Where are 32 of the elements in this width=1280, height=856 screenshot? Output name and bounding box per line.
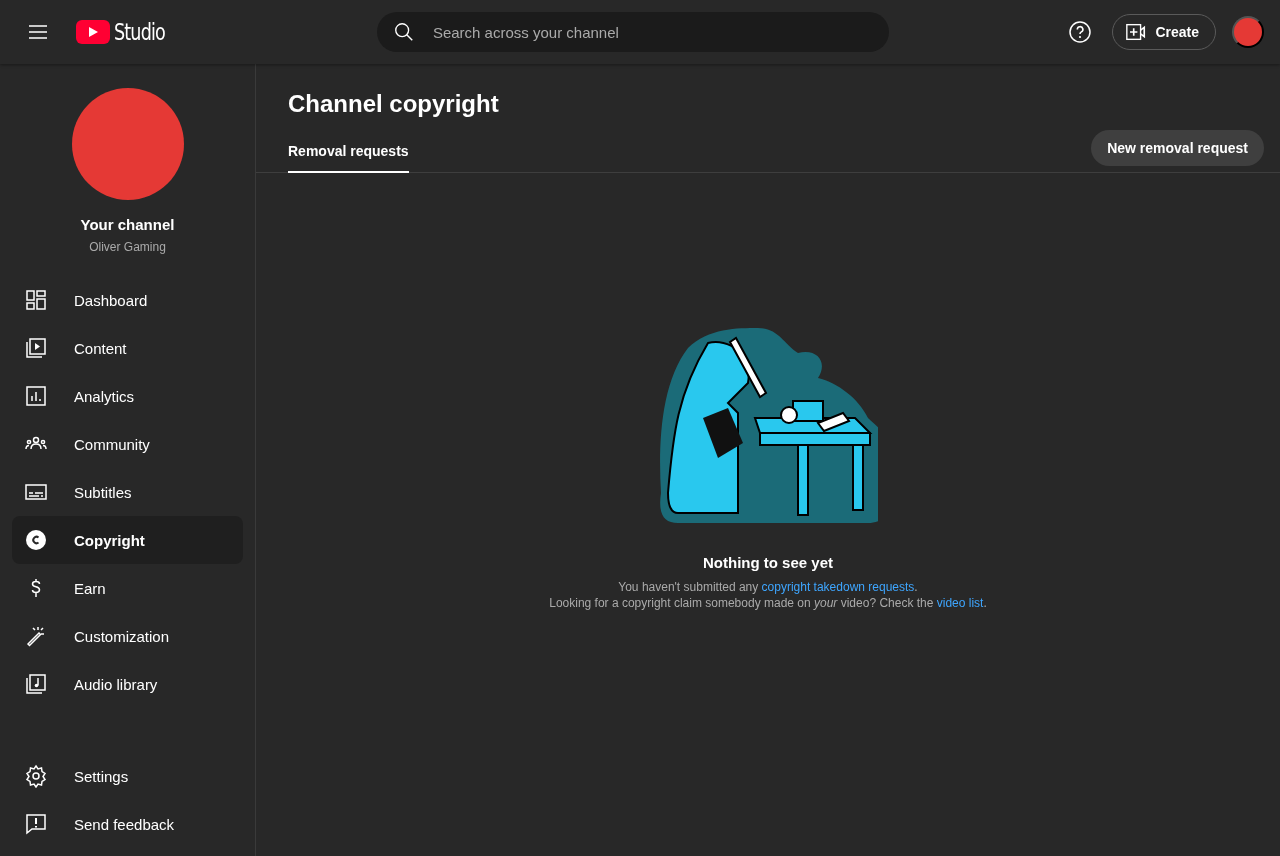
empty-state-text: You haven't submitted any copyright takedown requests. <box>617 579 919 595</box>
tab[interactable]: Removal requests <box>288 131 409 173</box>
play-logo-icon <box>76 20 110 44</box>
help-icon <box>1068 20 1093 44</box>
page-title: Channel copyright <box>288 90 500 118</box>
empty-state-heading: Nothing to see yet <box>703 554 833 571</box>
empty-state-text: Looking for a copyright claim somebody made on your video? Check the video list. <box>549 595 987 611</box>
video-plus-icon <box>1125 21 1148 43</box>
channel-title: Your channel <box>80 216 175 233</box>
nav-item[interactable]: Content <box>12 324 243 372</box>
nav-item[interactable]: Subtitles <box>12 468 243 516</box>
nav-item[interactable]: Settings <box>12 752 243 800</box>
new-request-button[interactable]: New removal request <box>1091 130 1264 166</box>
account-avatar[interactable] <box>1232 16 1264 48</box>
copyright-icon <box>24 528 48 552</box>
logo-text: Studio <box>114 19 165 45</box>
nav-item[interactable]: Audio library <box>12 660 243 708</box>
video-stack-icon <box>24 336 48 360</box>
nav-item[interactable]: Copyright <box>12 516 243 564</box>
channel-name: Oliver Gaming <box>89 240 166 254</box>
nav-item[interactable]: Send feedback <box>12 800 243 848</box>
nav-item[interactable]: Analytics <box>12 372 243 420</box>
nav-item[interactable]: Dashboard <box>12 276 243 324</box>
gear-icon <box>24 764 48 788</box>
music-stack-icon <box>24 672 48 696</box>
nav-item[interactable]: Customization <box>12 612 243 660</box>
nav-item[interactable]: Earn <box>12 564 243 612</box>
dashboard-icon <box>24 288 48 312</box>
feedback-icon <box>24 812 48 836</box>
bar-chart-icon <box>24 384 48 408</box>
nav-item[interactable]: Community <box>12 420 243 468</box>
search-field[interactable]: Search across your channel <box>376 12 889 52</box>
